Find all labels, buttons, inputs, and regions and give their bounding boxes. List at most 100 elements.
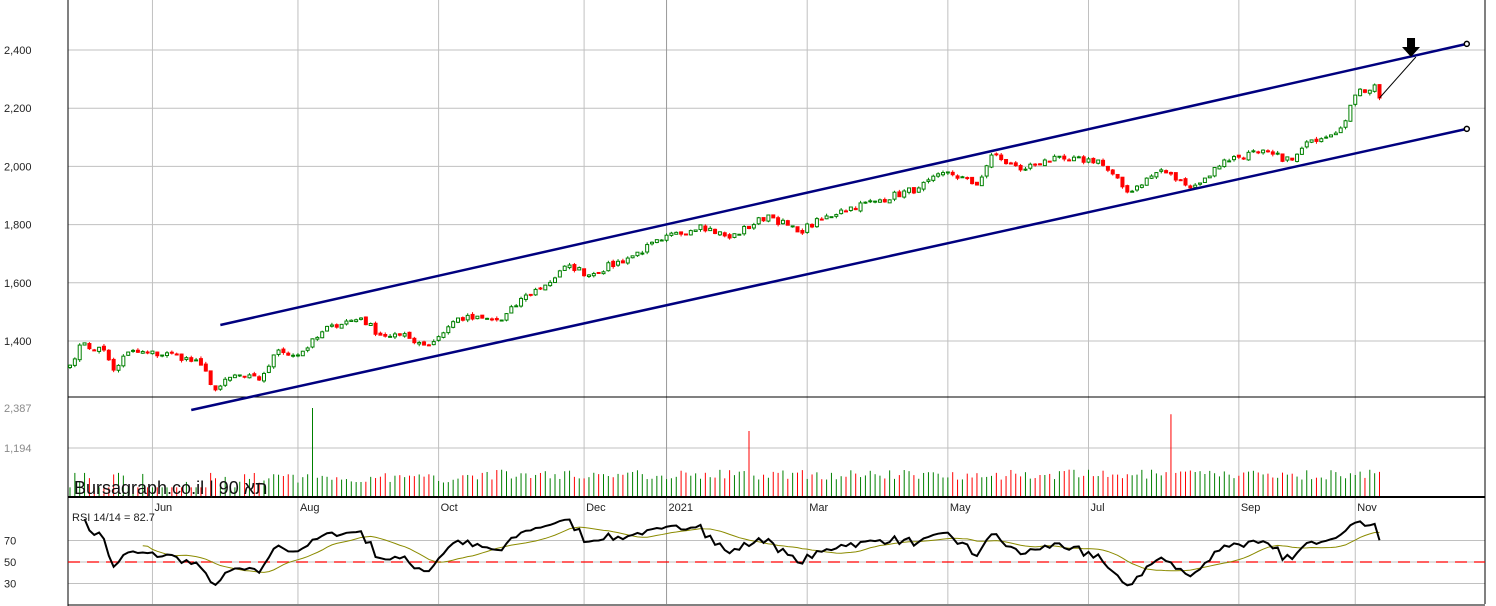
- candle-down: [397, 333, 402, 336]
- candle-down: [713, 228, 718, 234]
- volume-tick-label: 2,387: [4, 403, 32, 415]
- candle-up: [1343, 120, 1348, 128]
- candle-up: [567, 264, 572, 269]
- candle-up: [616, 260, 621, 266]
- candle-up: [732, 233, 737, 238]
- candle-up: [834, 214, 839, 217]
- candle-up: [717, 231, 722, 236]
- candle-down: [844, 210, 848, 213]
- trendlines[interactable]: [190, 38, 1471, 412]
- candle-down: [111, 358, 116, 371]
- candle-down: [480, 314, 485, 319]
- candle-up: [848, 206, 853, 212]
- candle-up: [140, 351, 145, 354]
- candle-up: [165, 352, 169, 357]
- candle-down: [426, 344, 431, 347]
- candle-down: [1241, 157, 1246, 160]
- candle-down: [407, 331, 412, 339]
- candle-down: [242, 375, 247, 378]
- candle-down: [470, 313, 475, 320]
- candle-up: [402, 333, 407, 337]
- candle-up: [562, 265, 567, 271]
- candle-up: [247, 374, 252, 379]
- candle-down: [1256, 151, 1261, 154]
- candle-up: [456, 317, 460, 323]
- candle-down: [795, 226, 800, 233]
- candle-down: [528, 293, 533, 296]
- candle-down: [1314, 138, 1319, 142]
- candle-down: [1067, 159, 1072, 162]
- candle-down: [1265, 150, 1270, 153]
- candle-up: [344, 320, 349, 325]
- candle-down: [1120, 176, 1125, 188]
- candle-up: [228, 376, 233, 381]
- candle-up: [873, 200, 878, 203]
- candles: [68, 83, 1382, 392]
- candle-up: [654, 239, 659, 244]
- candle-down: [1033, 163, 1038, 166]
- candle-down: [819, 218, 824, 221]
- candle-up: [310, 338, 315, 348]
- candle-up: [1198, 182, 1203, 185]
- candle-up: [1324, 136, 1329, 139]
- candle-up: [766, 214, 771, 222]
- candle-down: [1236, 154, 1241, 158]
- candle-down: [970, 176, 975, 185]
- candle-down: [785, 220, 790, 226]
- candle-up: [1149, 175, 1154, 179]
- candle-down: [101, 345, 106, 351]
- candle-down: [620, 260, 625, 264]
- trendline-handle: [1463, 125, 1471, 133]
- x-tick-label: Jun: [154, 502, 172, 514]
- candle-up: [417, 341, 422, 345]
- candle-down: [897, 191, 902, 198]
- candle-up: [368, 323, 373, 326]
- candle-down: [378, 332, 383, 336]
- candle-up: [499, 319, 504, 322]
- volume-tick-label: 1,194: [4, 443, 32, 455]
- candle-up: [979, 176, 984, 187]
- candle-down: [994, 153, 999, 156]
- candle-up: [1295, 153, 1300, 162]
- candle-up: [640, 252, 645, 255]
- candle-up: [1227, 160, 1232, 163]
- candle-up: [320, 331, 325, 339]
- candle-up: [194, 359, 199, 362]
- candle-down: [965, 177, 970, 180]
- candle-down: [460, 317, 465, 321]
- candle-up: [291, 354, 296, 357]
- candle-down: [582, 268, 587, 277]
- candle-up: [669, 232, 674, 236]
- candle-up: [354, 319, 359, 323]
- candle-up: [1251, 150, 1256, 153]
- candle-up: [1193, 184, 1198, 188]
- candle-down: [412, 337, 417, 344]
- candle-up: [121, 355, 126, 367]
- candle-down: [155, 351, 160, 357]
- candle-up: [737, 233, 742, 236]
- candle-up: [1275, 152, 1280, 155]
- candle-down: [494, 318, 499, 321]
- candle-up: [698, 224, 703, 231]
- candle-up: [392, 333, 397, 338]
- candle-up: [892, 191, 897, 200]
- candle-up: [218, 385, 223, 390]
- candle-up: [829, 216, 834, 219]
- candle-down: [747, 225, 751, 229]
- candle-up: [262, 372, 266, 382]
- candle-up: [271, 354, 276, 368]
- candle-up: [907, 187, 912, 193]
- candle-up: [150, 350, 155, 355]
- candle-up: [586, 274, 591, 277]
- candle-down: [1377, 84, 1382, 99]
- candle-up: [184, 357, 189, 361]
- candle-down: [213, 385, 218, 391]
- candle-up: [485, 317, 490, 320]
- candle-up: [1217, 165, 1222, 170]
- candle-down: [1018, 165, 1023, 171]
- candle-down: [999, 154, 1004, 161]
- candle-down: [761, 217, 766, 222]
- price-tick-label: 2,200: [4, 103, 32, 115]
- candle-up: [1071, 156, 1076, 162]
- candle-down: [810, 223, 815, 228]
